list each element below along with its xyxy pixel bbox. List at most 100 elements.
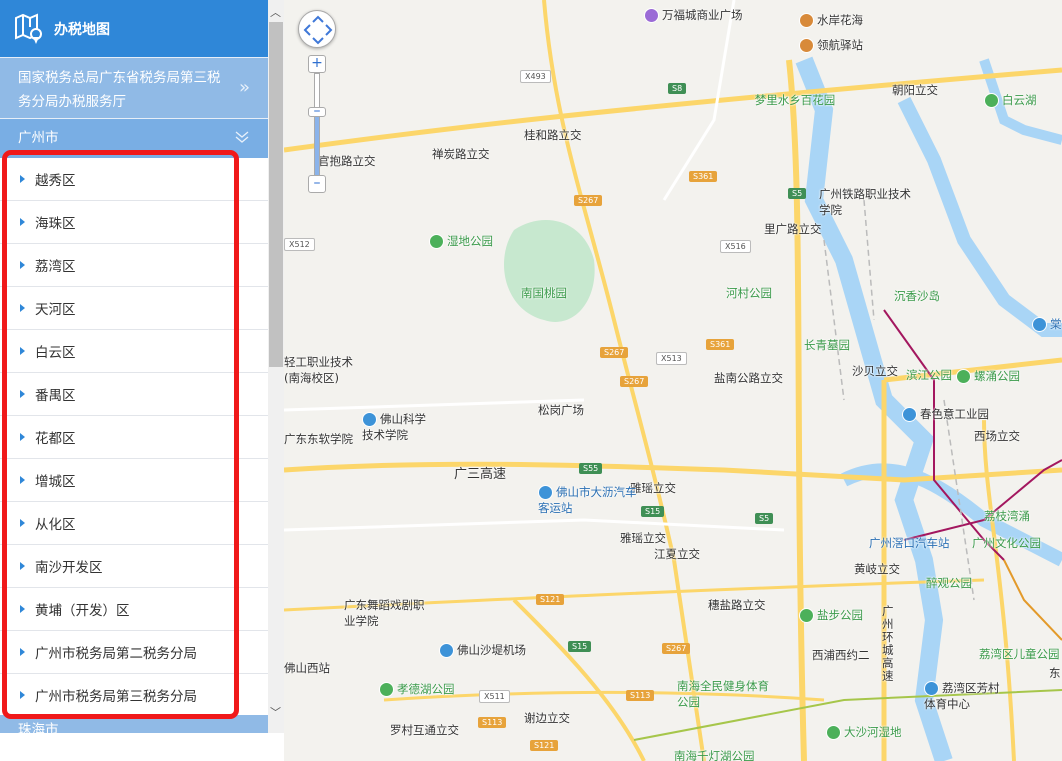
map-label[interactable]: 广东东软学院	[284, 431, 353, 447]
map-label[interactable]: 滨江公园	[906, 367, 952, 383]
district-item[interactable]: 广州市税务局第三税务分局	[0, 674, 268, 717]
scroll-down-icon[interactable]: ﹀	[270, 704, 281, 720]
zoom-slider[interactable]	[314, 73, 320, 184]
map-label: 西浦西约二	[812, 648, 870, 662]
sidebar-header: 办税地图	[0, 0, 268, 57]
road-shield: S8	[668, 83, 687, 94]
city-name: 广州市	[18, 130, 59, 146]
district-item[interactable]: 越秀区	[0, 158, 268, 201]
map-pan-control[interactable]	[298, 10, 336, 48]
road-shield: S55	[579, 463, 603, 474]
map-label[interactable]: 佛山科学技术学院	[362, 411, 432, 443]
road-shield: S121	[536, 594, 565, 605]
road-shield: X493	[520, 70, 551, 83]
district-item[interactable]: 荔湾区	[0, 244, 268, 287]
map-label[interactable]: 广州铁路职业技术学院	[819, 186, 919, 218]
caret-right-icon	[20, 304, 25, 312]
road-shield: S267	[574, 195, 603, 206]
map-label[interactable]: 荔湾区芳村体育中心	[924, 680, 1004, 712]
map-label[interactable]: 湿地公园	[429, 233, 493, 249]
map-label[interactable]: 广州文化公园	[972, 535, 1041, 551]
map-label[interactable]: 河村公园	[726, 285, 772, 301]
map-label: 东	[1049, 666, 1061, 680]
zoom-out-button[interactable]: –	[308, 175, 326, 193]
map-label: 沙贝立交	[852, 364, 898, 378]
map-label[interactable]: 万福城商业广场	[644, 7, 743, 23]
map-label[interactable]: 盐步公园	[799, 607, 863, 623]
map-label[interactable]: 白云湖	[984, 92, 1037, 108]
district-item[interactable]: 从化区	[0, 502, 268, 545]
district-list: 越秀区 海珠区 荔湾区 天河区 白云区 番禺区 花都区 增城区 从化区 南沙开发区 黄埔（开发）区广…	[0, 158, 268, 717]
map-label: 桂和路立交	[524, 128, 582, 142]
map-label[interactable]: 南国桃园	[521, 285, 567, 301]
map-label[interactable]: 佛山沙堤机场	[439, 642, 526, 658]
map-label: 盐南公路立交	[714, 371, 783, 385]
selected-office[interactable]: 国家税务总局广东省税务局第三税务分局办税服务厅 »	[0, 57, 268, 118]
sidebar-title: 办税地图	[54, 21, 110, 38]
map-label[interactable]: 春色意工业园	[902, 406, 989, 422]
zoom-in-button[interactable]: +	[308, 55, 326, 73]
sidebar-scrollbar[interactable]: ︿ ﹀	[268, 0, 284, 733]
city-selector[interactable]: 广州市	[0, 118, 268, 158]
map-label: 谢边立交	[524, 711, 570, 725]
map-label[interactable]: 荔湾区儿童公园	[979, 646, 1060, 662]
district-label: 海珠区	[35, 216, 76, 232]
road-shield: S361	[706, 339, 735, 350]
map-label: 黄岐立交	[854, 562, 900, 576]
road-shield: S15	[568, 641, 592, 652]
map-label[interactable]: 轻工职业技术(南海校区)	[284, 354, 354, 386]
map-label[interactable]: 醉观公园	[926, 575, 972, 591]
district-item[interactable]: 广州市税务局第二税务分局	[0, 631, 268, 674]
map-label[interactable]: 孝德湖公园	[379, 681, 455, 697]
caret-right-icon	[20, 390, 25, 398]
map-label[interactable]: 南海千灯湖公园	[674, 748, 755, 761]
district-item[interactable]: 白云区	[0, 330, 268, 373]
map-canvas[interactable]: 万福城商业广场 水岸花海 领航驿站 朝阳立交 白云湖 梦里水乡百花园 官抱路立交…	[284, 0, 1062, 761]
road-shield: S5	[788, 188, 807, 199]
map-label[interactable]: 广东舞蹈戏剧职业学院	[344, 597, 434, 629]
map-label[interactable]: 大沙河湿地	[826, 724, 902, 740]
scroll-up-icon[interactable]: ︿	[270, 4, 281, 20]
map-label[interactable]: 水岸花海	[799, 12, 863, 28]
map-label: 广三高速	[454, 467, 507, 482]
district-label: 荔湾区	[35, 259, 76, 275]
map-label[interactable]: 南海全民健身体育公园	[677, 678, 777, 710]
map-pin-icon	[15, 12, 42, 44]
map-label: 西场立交	[974, 429, 1020, 443]
district-item[interactable]: 南沙开发区	[0, 545, 268, 588]
district-label: 番禺区	[35, 388, 76, 404]
district-item[interactable]: 增城区	[0, 459, 268, 502]
map-label[interactable]: 领航驿站	[799, 37, 863, 53]
district-label: 越秀区	[35, 173, 76, 189]
map-label[interactable]: 佛山西站	[284, 660, 330, 676]
map-label[interactable]: 梦里水乡百花园	[750, 92, 840, 108]
district-item[interactable]: 花都区	[0, 416, 268, 459]
map-label[interactable]: 螺涌公园	[956, 368, 1020, 384]
district-label: 广州市税务局第二税务分局	[35, 646, 197, 662]
map-label[interactable]: 沉香沙岛	[894, 288, 940, 304]
district-item[interactable]: 天河区	[0, 287, 268, 330]
caret-right-icon	[20, 605, 25, 613]
road-shield: S15	[641, 506, 665, 517]
district-item[interactable]: 黄埔（开发）区	[0, 588, 268, 631]
district-label: 天河区	[35, 302, 76, 318]
map-label[interactable]: 荔枝湾涌	[984, 508, 1030, 524]
map-label: 雅瑶立交	[620, 531, 666, 545]
district-label: 花都区	[35, 431, 76, 447]
road-shield: X512	[284, 238, 315, 251]
district-item[interactable]: 海珠区	[0, 201, 268, 244]
district-item[interactable]: 番禺区	[0, 373, 268, 416]
zoom-slider-handle[interactable]: –	[308, 104, 326, 118]
map-label: 江夏立交	[654, 547, 700, 561]
map-label[interactable]: 广州滘口汽车站	[869, 535, 950, 551]
caret-right-icon	[20, 175, 25, 183]
district-label: 南沙开发区	[35, 560, 103, 576]
map-label[interactable]: 佛山市大沥汽车客运站	[538, 484, 638, 516]
map-label[interactable]: 长青墓园	[804, 337, 850, 353]
map-label[interactable]: 棠	[1032, 316, 1062, 332]
district-label: 白云区	[35, 345, 76, 361]
sidebar: 办税地图 国家税务总局广东省税务局第三税务分局办税服务厅 » 广州市 越秀区海珠…	[0, 0, 268, 761]
scrollbar-thumb[interactable]	[269, 22, 283, 367]
road-shield: S5	[755, 513, 774, 524]
map-label[interactable]: 松岗广场	[538, 402, 584, 418]
